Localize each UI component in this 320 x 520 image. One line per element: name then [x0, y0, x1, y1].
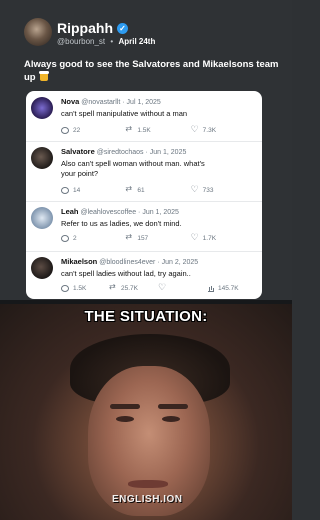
tweet-date: Jun 1, 2025 — [149, 149, 187, 156]
post-date: April 24th — [118, 37, 156, 46]
tweet-actions: 14 61 733 — [61, 184, 257, 195]
reply-count: 1.5K — [73, 284, 87, 292]
tweet-item[interactable]: Nova @novastarllt · Jul 1, 2025 can't sp… — [26, 91, 262, 142]
tweet-date: Jul 1, 2025 — [126, 99, 161, 106]
like-button[interactable] — [158, 282, 208, 293]
heart-icon — [191, 184, 199, 195]
meme-left-eye — [116, 416, 134, 422]
tweet-item[interactable]: Leah @leahlovescoffee · Jun 1, 2025 Refe… — [26, 201, 262, 252]
author-name-row: Rippahh ✓ — [57, 20, 128, 36]
post-header: Rippahh ✓ @bourbon_st • April 24th Alway… — [0, 0, 292, 300]
reply-count: 14 — [73, 187, 81, 194]
tweet-text: can't spell ladies without lad, try agai… — [61, 269, 191, 278]
tweet-actions: 1.5K 25.7K 145.7K — [61, 282, 257, 293]
verified-badge-icon: ✓ — [117, 22, 128, 34]
meme-watermark: ENGLISH.ION — [112, 494, 183, 505]
heart-icon — [191, 124, 199, 135]
tweet-date: Jun 1, 2025 — [142, 209, 179, 216]
retweet-icon — [125, 232, 133, 242]
tweet-author-name[interactable]: Mikaelson — [61, 257, 97, 266]
tweet-text: Also can't spell woman without man. what… — [61, 159, 205, 178]
author-name[interactable]: Rippahh — [57, 20, 113, 36]
reply-button[interactable]: 22 — [61, 127, 126, 134]
reply-button[interactable]: 1.5K — [61, 284, 110, 292]
retweet-button[interactable]: 61 — [125, 184, 191, 194]
retweet-icon — [125, 184, 133, 194]
like-count: 733 — [202, 187, 214, 194]
views-chart-icon — [208, 284, 214, 292]
like-button[interactable]: 7.3K — [191, 124, 257, 135]
retweet-icon — [109, 282, 117, 292]
retweet-button[interactable]: 1.5K — [125, 124, 191, 134]
reply-button[interactable]: 14 — [61, 187, 126, 194]
retweet-count: 1.5K — [137, 127, 151, 134]
reply-icon — [61, 127, 69, 134]
reply-icon — [61, 235, 69, 242]
author-meta: @bourbon_st • April 24th — [57, 37, 155, 46]
meme-left-brow — [110, 404, 140, 409]
like-button[interactable]: 1.7K — [191, 232, 257, 243]
tweet-author-name[interactable]: Salvatore — [61, 147, 95, 156]
like-count: 1.7K — [202, 235, 217, 242]
retweet-button[interactable]: 157 — [125, 232, 191, 242]
like-button[interactable]: 733 — [191, 184, 257, 195]
heart-icon — [158, 282, 166, 293]
meta-separator: • — [110, 37, 114, 46]
reply-icon — [61, 187, 69, 194]
tweet-avatar[interactable] — [31, 97, 53, 119]
tweet-avatar[interactable] — [31, 207, 53, 229]
retweet-icon — [125, 124, 133, 134]
meme-image: THE SITUATION: ENGLISH.ION — [0, 304, 292, 520]
tweet-actions: 22 1.5K 7.3K — [61, 124, 257, 135]
meme-mouth — [128, 480, 168, 488]
tweet-handle: @novastarllt — [81, 99, 121, 106]
meme-right-brow — [158, 404, 188, 409]
tweet-header: Salvatore @siredtochaos · Jun 1, 2025 — [61, 147, 187, 156]
tweet-actions: 2 157 1.7K — [61, 232, 257, 243]
post-caption: Always good to see the Salvatores and Mi… — [24, 58, 286, 84]
tweet-avatar[interactable] — [31, 257, 53, 279]
retweet-count: 25.7K — [121, 284, 138, 292]
meme-right-eye — [162, 416, 180, 422]
reply-count: 2 — [73, 235, 77, 242]
author-handle[interactable]: @bourbon_st — [57, 37, 105, 46]
tweet-item[interactable]: Salvatore @siredtochaos · Jun 1, 2025 Al… — [26, 141, 262, 202]
tweet-date: Jun 2, 2025 — [161, 259, 199, 266]
quoted-tweets-card: Nova @novastarllt · Jul 1, 2025 can't sp… — [26, 91, 262, 299]
tweet-text: Refer to us as ladies, we don't mind. — [61, 219, 182, 228]
heart-icon — [191, 232, 199, 243]
tweet-item[interactable]: Mikaelson @bloodlines4ever · Jun 2, 2025… — [26, 251, 262, 299]
tweet-handle: @siredtochaos — [96, 149, 144, 156]
reply-icon — [61, 284, 69, 292]
tweet-header: Mikaelson @bloodlines4ever · Jun 2, 2025 — [61, 257, 199, 266]
tweet-text: can't spell manipulative without a man — [61, 109, 188, 118]
reply-count: 22 — [73, 127, 81, 134]
post-caption-text: Always good to see the Salvatores and Mi… — [24, 59, 279, 83]
tweet-avatar[interactable] — [31, 147, 53, 169]
retweet-count: 157 — [137, 235, 149, 242]
views-count: 145.7K — [218, 284, 239, 292]
retweet-count: 61 — [137, 187, 145, 194]
tweet-header: Leah @leahlovescoffee · Jun 1, 2025 — [61, 207, 179, 216]
reply-button[interactable]: 2 — [61, 235, 126, 242]
tweet-handle: @leahlovescoffee — [80, 209, 137, 216]
tweet-handle: @bloodlines4ever — [99, 259, 156, 266]
retweet-button[interactable]: 25.7K — [109, 282, 159, 292]
like-count: 7.3K — [202, 127, 217, 134]
tweet-author-name[interactable]: Leah — [61, 207, 79, 216]
views-button[interactable]: 145.7K — [208, 284, 257, 292]
meme-title: THE SITUATION: — [84, 308, 208, 325]
beer-emoji-icon — [39, 71, 50, 81]
tweet-header: Nova @novastarllt · Jul 1, 2025 — [61, 97, 161, 106]
author-avatar[interactable] — [24, 18, 52, 46]
tweet-author-name[interactable]: Nova — [61, 97, 79, 106]
